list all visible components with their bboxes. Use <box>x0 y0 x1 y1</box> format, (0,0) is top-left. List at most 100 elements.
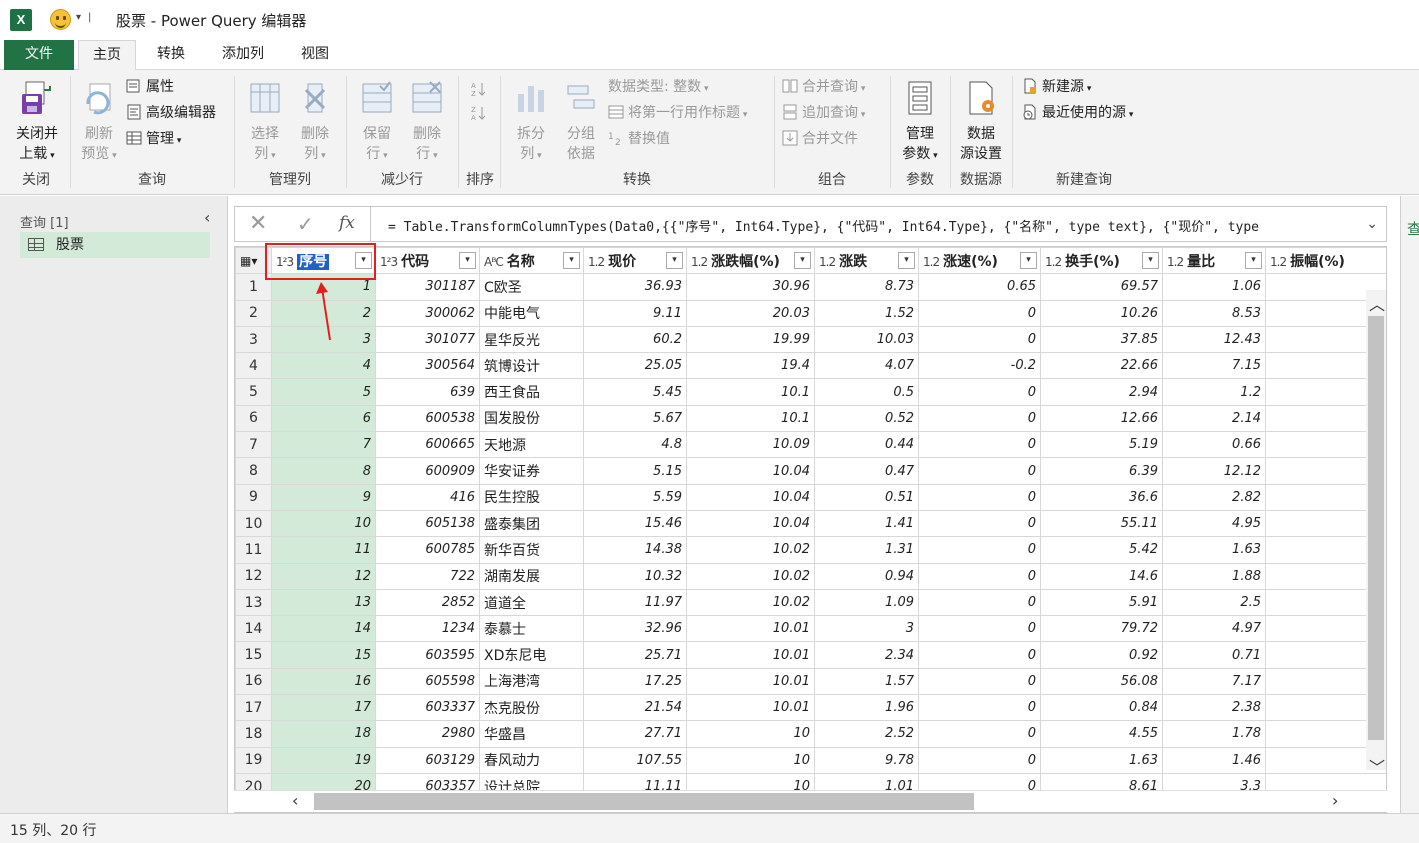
table-cell[interactable]: 9.11 <box>583 299 687 327</box>
advanced-editor-button[interactable]: 高级编辑器 <box>126 102 216 124</box>
table-cell[interactable]: 12.12 <box>1162 457 1266 485</box>
table-cell[interactable]: 道道全 <box>479 588 584 617</box>
column-header[interactable]: 1²3 序号 ▾ <box>271 247 376 275</box>
table-cell[interactable]: 1.52 <box>814 299 919 327</box>
column-type-icon[interactable]: AᴮC <box>484 255 504 269</box>
close-load-button[interactable]: 关闭并 上载 ▾ <box>8 80 66 166</box>
row-number[interactable]: 6 <box>235 404 272 433</box>
table-cell[interactable]: 0 <box>918 641 1041 669</box>
table-cell[interactable]: 0 <box>918 457 1041 485</box>
table-cell[interactable]: 9.78 <box>814 746 919 774</box>
table-cell[interactable]: 1.57 <box>814 667 919 696</box>
split-column-button[interactable]: 拆分 列 ▾ <box>506 80 556 166</box>
excel-app-icon[interactable]: X <box>10 9 32 31</box>
table-cell[interactable]: 1.63 <box>1040 746 1163 774</box>
table-cell[interactable]: 300062 <box>375 299 480 327</box>
column-filter-dropdown-icon[interactable]: ▾ <box>666 252 683 269</box>
tab-view[interactable]: 视图 <box>286 40 344 70</box>
row-number[interactable]: 19 <box>235 746 272 774</box>
column-filter-dropdown-icon[interactable]: ▾ <box>898 252 915 269</box>
table-cell[interactable]: 2852 <box>375 588 480 617</box>
datasource-settings-button[interactable]: 数据 源设置 <box>954 80 1008 164</box>
table-cell[interactable]: 8.53 <box>1162 299 1266 327</box>
remove-rows-button[interactable]: 删除 行 ▾ <box>402 80 452 166</box>
table-cell[interactable]: 10.04 <box>686 509 815 538</box>
table-cell[interactable]: 5 <box>271 378 376 406</box>
table-cell[interactable]: 国发股份 <box>479 404 584 433</box>
datatype-dropdown[interactable]: 数据类型: 整数 ▾ <box>608 76 709 98</box>
table-cell[interactable]: 1.88 <box>1162 562 1266 590</box>
column-filter-dropdown-icon[interactable]: ▾ <box>563 252 580 269</box>
table-cell[interactable]: 0 <box>918 325 1041 354</box>
row-number[interactable]: 12 <box>235 562 272 590</box>
row-number[interactable]: 11 <box>235 536 272 564</box>
new-source-button[interactable]: 新建源 ▾ <box>1022 76 1091 98</box>
row-number[interactable]: 5 <box>235 378 272 406</box>
table-cell[interactable]: 1.09 <box>814 588 919 617</box>
table-cell[interactable]: 10.26 <box>1040 299 1163 327</box>
table-cell[interactable]: 2980 <box>375 720 480 748</box>
column-header[interactable]: 1.2 量比 ▾ <box>1162 247 1266 275</box>
table-cell[interactable]: 14.6 <box>1040 562 1163 590</box>
table-cell[interactable]: 0 <box>918 299 1041 327</box>
table-cell[interactable]: 10.01 <box>686 615 815 643</box>
cancel-formula-icon[interactable]: ✕ <box>249 211 267 236</box>
horizontal-scroll-thumb[interactable] <box>314 793 974 810</box>
table-cell[interactable]: 10 <box>686 720 815 748</box>
table-cell[interactable]: 2.38 <box>1162 694 1266 722</box>
table-cell[interactable]: 1.41 <box>814 509 919 538</box>
column-header[interactable]: AᴮC 名称 ▾ <box>479 247 584 275</box>
row-number[interactable]: 2 <box>235 299 272 327</box>
table-cell[interactable]: 4.07 <box>814 352 919 380</box>
column-type-icon[interactable]: 1.2 <box>1167 255 1184 269</box>
table-cell[interactable]: 18 <box>271 720 376 748</box>
table-cell[interactable]: 32.96 <box>583 615 687 643</box>
row-number[interactable]: 4 <box>235 352 272 380</box>
table-cell[interactable]: 0 <box>918 509 1041 538</box>
fx-icon[interactable]: fx <box>339 213 355 233</box>
append-queries-button[interactable]: 追加查询 ▾ <box>782 102 865 124</box>
table-cell[interactable]: 西王食品 <box>479 378 584 406</box>
column-type-icon[interactable]: 1.2 <box>1270 255 1287 269</box>
table-cell[interactable]: XD东尼电 <box>479 641 584 669</box>
table-cell[interactable]: 0 <box>918 615 1041 643</box>
tab-file[interactable]: 文件 <box>4 40 74 70</box>
tab-transform[interactable]: 转换 <box>142 40 200 70</box>
table-cell[interactable]: 19.4 <box>686 352 815 380</box>
table-cell[interactable]: 6 <box>271 404 376 433</box>
first-row-header-button[interactable]: 将第一行用作标题 ▾ <box>608 102 747 124</box>
table-cell[interactable]: 9 <box>271 483 376 511</box>
table-cell[interactable]: 10.32 <box>583 562 687 590</box>
table-cell[interactable]: 8 <box>271 457 376 485</box>
column-type-icon[interactable]: 1²3 <box>276 255 294 269</box>
table-cell[interactable]: 4.95 <box>1162 509 1266 538</box>
column-header[interactable]: 1²3 代码 ▾ <box>375 247 480 275</box>
table-cell[interactable]: 13 <box>271 588 376 617</box>
row-number[interactable]: 16 <box>235 667 272 696</box>
tab-add-column[interactable]: 添加列 <box>208 40 278 70</box>
table-cell[interactable]: 10.01 <box>686 694 815 722</box>
table-cell[interactable]: 0 <box>918 694 1041 722</box>
table-cell[interactable]: 36.6 <box>1040 483 1163 511</box>
column-header[interactable]: 1.2 涨跌幅(%) ▾ <box>686 247 815 275</box>
table-cell[interactable]: 2.5 <box>1162 588 1266 617</box>
remove-columns-button[interactable]: 删除 列 ▾ <box>290 80 340 166</box>
table-cell[interactable]: 3 <box>814 615 919 643</box>
manage-button[interactable]: 管理 ▾ <box>126 128 181 150</box>
query-settings-label[interactable]: 查 <box>1407 218 1419 239</box>
column-name[interactable]: 序号 <box>297 253 330 270</box>
table-cell[interactable]: 10.1 <box>686 404 815 433</box>
table-cell[interactable]: 11 <box>271 536 376 564</box>
query-item[interactable]: 股票 <box>20 232 210 258</box>
column-header[interactable]: 1.2 换手(%) ▾ <box>1040 247 1163 275</box>
table-cell[interactable]: 民生控股 <box>479 483 584 511</box>
table-cell[interactable]: 19.99 <box>686 325 815 354</box>
table-cell[interactable]: 1.78 <box>1162 720 1266 748</box>
table-cell[interactable]: 27.71 <box>583 720 687 748</box>
table-cell[interactable]: 25.05 <box>583 352 687 380</box>
table-cell[interactable]: 天地源 <box>479 431 584 459</box>
table-cell[interactable]: 14 <box>271 615 376 643</box>
combine-files-button[interactable]: 合并文件 <box>782 128 858 150</box>
table-cell[interactable]: 盛泰集团 <box>479 509 584 538</box>
table-cell[interactable]: 15.46 <box>583 509 687 538</box>
